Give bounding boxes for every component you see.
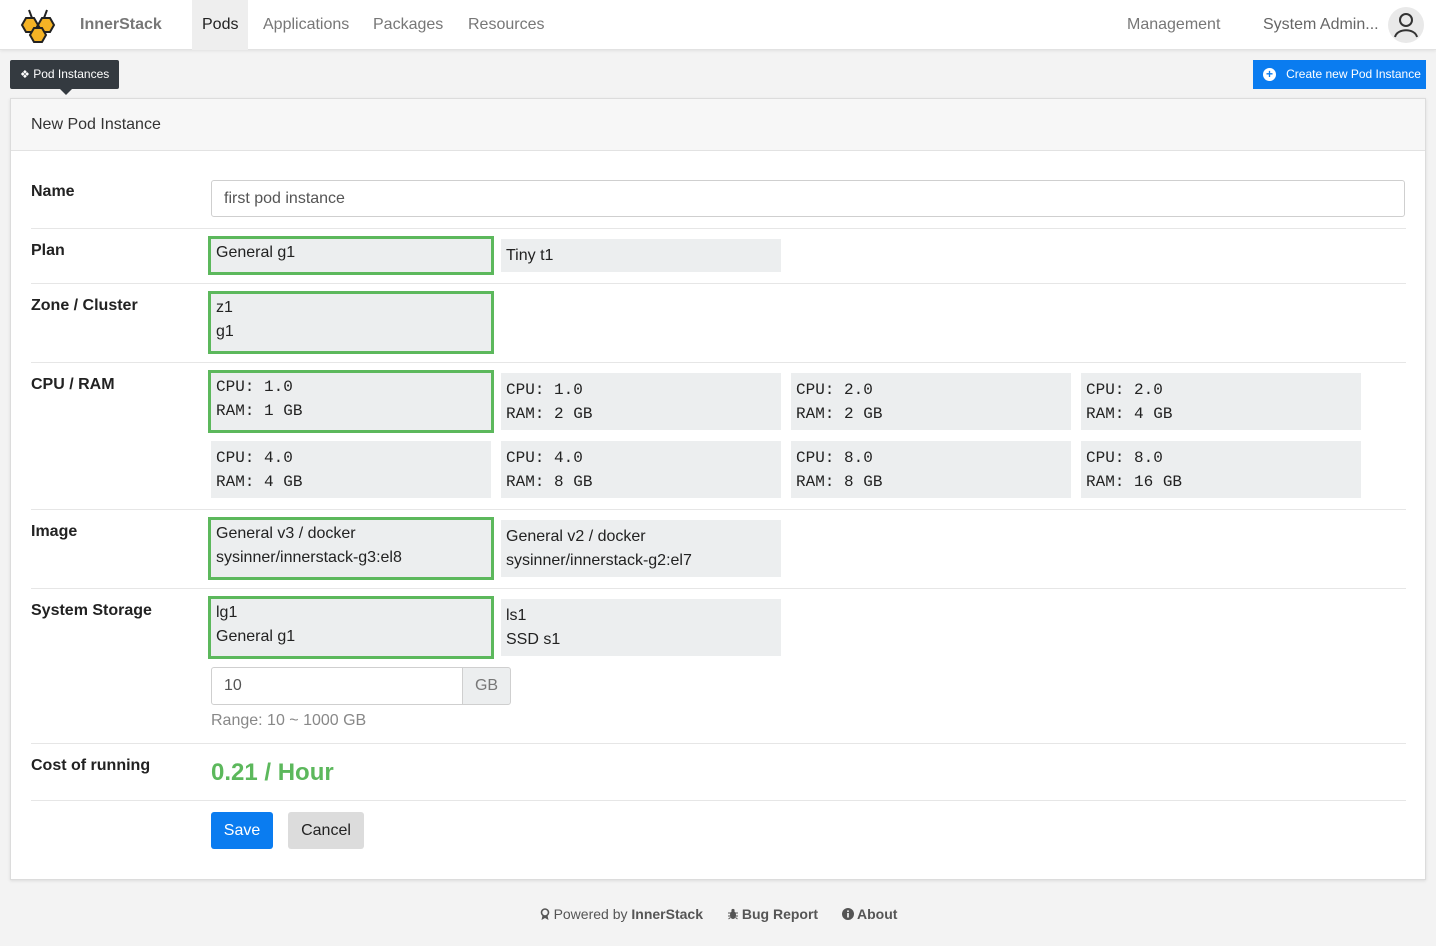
image-ref: sysinner/innerstack-g2:el7 [506,552,692,569]
divider [31,800,1406,801]
plan-label: Plan [31,242,65,259]
name-input[interactable] [211,180,1405,217]
spec-cpu: CPU: 1.0 [506,381,583,399]
plan-option-label: Tiny t1 [506,247,554,264]
spec-ram: RAM: 2 GB [506,405,593,423]
system-storage-label: System Storage [31,602,152,619]
name-label: Name [31,183,75,200]
nav-applications[interactable]: Applications [253,0,359,50]
brand-name[interactable]: InnerStack [80,16,162,34]
storage-option-lg1[interactable]: lg1 General g1 [208,596,494,659]
award-icon [540,908,549,920]
plan-option-label: General g1 [216,244,296,261]
image-option-general-v2[interactable]: General v2 / docker sysinner/innerstack-… [501,520,781,577]
spec-option[interactable]: CPU: 4.0 RAM: 8 GB [501,441,781,498]
spec-cpu: CPU: 4.0 [216,449,293,467]
image-name: General v3 / docker [216,525,356,542]
spec-option[interactable]: CPU: 8.0 RAM: 16 GB [1081,441,1361,498]
divider [31,228,1406,229]
plan-option-general-g1[interactable]: General g1 [208,236,494,275]
user-avatar-icon[interactable] [1388,7,1424,43]
spec-ram: RAM: 2 GB [796,405,883,423]
pod-instances-label: Pod Instances [33,67,110,81]
spec-cpu: CPU: 4.0 [506,449,583,467]
spec-cpu: CPU: 8.0 [1086,449,1163,467]
powered-prefix: Powered by [553,906,628,922]
plan-option-tiny-t1[interactable]: Tiny t1 [501,239,781,272]
divider [31,283,1406,284]
bug-report-label: Bug Report [741,906,819,922]
about-link[interactable]: About [841,906,898,922]
create-pod-instance-button[interactable]: + Create new Pod Instance [1253,60,1426,89]
pod-instances-tag[interactable]: ❖ Pod Instances [10,60,120,95]
create-pod-instance-label: Create new Pod Instance [1286,67,1421,81]
storage-name: SSD s1 [506,631,561,648]
cancel-button[interactable]: Cancel [288,812,364,849]
spec-option[interactable]: CPU: 8.0 RAM: 8 GB [791,441,1071,498]
spec-ram: RAM: 8 GB [796,473,883,491]
nav-packages[interactable]: Packages [363,0,453,50]
storage-option-ls1[interactable]: ls1 SSD s1 [501,599,781,656]
plus-circle-icon: + [1263,68,1276,81]
spec-option[interactable]: CPU: 2.0 RAM: 2 GB [791,373,1071,430]
cluster-line: g1 [216,323,234,340]
divider [31,362,1406,363]
innerstack-logo-icon[interactable] [12,8,64,44]
storage-id: ls1 [506,607,527,624]
storage-id: lg1 [216,604,238,621]
cubes-icon: ❖ [20,69,30,81]
card-title: New Pod Instance [11,99,1425,151]
storage-size-input[interactable] [211,667,463,705]
nav-resources[interactable]: Resources [458,0,554,50]
zone-line: z1 [216,299,233,316]
spec-option[interactable]: CPU: 4.0 RAM: 4 GB [211,441,491,498]
spec-ram: RAM: 16 GB [1086,473,1183,491]
spec-cpu: CPU: 8.0 [796,449,873,467]
top-navbar: InnerStack Pods Applications Packages Re… [0,0,1436,50]
powered-brand: InnerStack [631,906,703,922]
divider [31,743,1406,744]
footer: Powered by InnerStack Bug Report About [0,906,1436,922]
nav-pods[interactable]: Pods [192,0,249,50]
image-option-general-v3[interactable]: General v3 / docker sysinner/innerstack-… [208,517,494,580]
user-name[interactable]: System Admin... [1263,16,1379,34]
new-pod-instance-card: New Pod Instance Name Plan General g1 Ti… [10,98,1426,880]
storage-range-hint: Range: 10 ~ 1000 GB [211,712,367,729]
bug-report-link[interactable]: Bug Report [727,906,822,922]
bug-icon [727,908,738,920]
image-name: General v2 / docker [506,528,646,545]
storage-name: General g1 [216,628,296,645]
spec-ram: RAM: 4 GB [216,473,303,491]
divider [31,588,1406,589]
image-label: Image [31,523,78,540]
zone-cluster-label: Zone / Cluster [31,297,138,314]
info-circle-icon [841,908,854,920]
spec-cpu: CPU: 2.0 [1086,381,1163,399]
spec-option[interactable]: CPU: 2.0 RAM: 4 GB [1081,373,1361,430]
storage-size-group: GB [211,667,511,705]
spec-ram: RAM: 4 GB [1086,405,1173,423]
spec-ram: RAM: 8 GB [506,473,593,491]
spec-option[interactable]: CPU: 1.0 RAM: 2 GB [501,373,781,430]
spec-ram: RAM: 1 GB [216,402,303,420]
nav-management[interactable]: Management [1117,0,1230,50]
spec-cpu: CPU: 2.0 [796,381,873,399]
storage-unit-addon: GB [462,667,511,705]
cost-label: Cost of running [31,757,151,774]
spec-cpu: CPU: 1.0 [216,378,293,396]
image-ref: sysinner/innerstack-g3:el8 [216,549,402,566]
zone-option-z1-g1[interactable]: z1 g1 [208,291,494,354]
save-button[interactable]: Save [211,812,273,849]
about-label: About [856,906,898,922]
cost-value: 0.21 / Hour [211,759,334,786]
cpu-ram-label: CPU / RAM [31,376,115,393]
spec-option[interactable]: CPU: 1.0 RAM: 1 GB [208,370,494,433]
divider [31,509,1406,510]
powered-by[interactable]: Powered by InnerStack [539,906,707,922]
